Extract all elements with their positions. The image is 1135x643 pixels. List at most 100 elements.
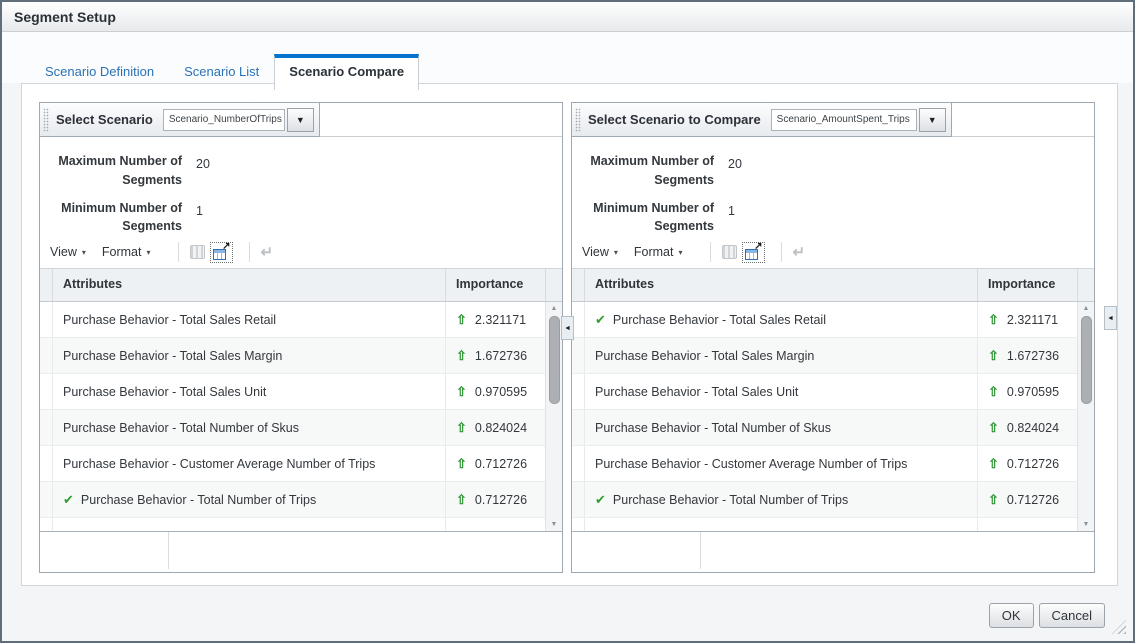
min-segments-label: Minimum Number of Segments xyxy=(61,200,182,234)
detach-table-button[interactable]: ↗ xyxy=(741,240,765,263)
attribute-cell: Purchase Behavior - Total Sales Unit xyxy=(585,374,977,409)
toolbar-separator xyxy=(709,242,711,262)
footer-divider xyxy=(700,532,701,569)
dialog-buttons: OK Cancel xyxy=(988,603,1105,628)
importance-up-icon: ⇧ xyxy=(988,456,999,471)
splitter-collapse-button-middle[interactable]: ◄ xyxy=(561,316,574,340)
table-row[interactable]: ✔ Purchase Behavior - Total Number of Tri… xyxy=(40,482,545,518)
table-row[interactable]: Purchase Behavior - Total Sales Unit ⇧ 0.… xyxy=(40,374,545,410)
importance-value: 0.712726 xyxy=(474,492,528,507)
tab-scenario-compare[interactable]: Scenario Compare xyxy=(274,54,420,90)
scenario-dropdown-button[interactable]: ▼ xyxy=(286,107,314,132)
format-menu-button[interactable]: Format ▾ xyxy=(634,245,683,259)
table-row[interactable]: Purchase Behavior - Customer Average Num… xyxy=(40,446,545,482)
importance-cell: ⇧ 1.672736 xyxy=(977,338,1077,373)
tab-scenario-definition[interactable]: Scenario Definition xyxy=(30,57,169,89)
row-header-column xyxy=(40,269,53,301)
attribute-cell: Purchase Behavior - Customer Average Num… xyxy=(53,446,445,481)
importance-value: 0.712726 xyxy=(1006,456,1060,471)
table-row[interactable]: Purchase Behavior - Total Sales Unit ⇧ 0.… xyxy=(572,374,1077,410)
dialog-titlebar: Segment Setup xyxy=(2,2,1133,32)
vertical-scrollbar[interactable]: ▲ ▼ xyxy=(1077,302,1094,531)
detach-table-button[interactable]: ↗ xyxy=(209,241,233,263)
min-segments-label: Minimum Number of Segments xyxy=(593,200,714,234)
table-row[interactable]: ✔ Purchase Behavior - Total Number of Tri… xyxy=(572,482,1077,518)
cancel-button[interactable]: Cancel xyxy=(1038,603,1105,628)
scrollbar-thumb[interactable] xyxy=(548,316,560,404)
importance-cell: ⇧ 0.824024 xyxy=(445,410,545,445)
attribute-label: Purchase Behavior - Total Number of Trip… xyxy=(80,492,317,507)
scenario-select-input[interactable]: Scenario_NumberOfTrips xyxy=(162,108,285,131)
table-row[interactable]: Purchase Behavior - Total Number of Skus… xyxy=(40,410,545,446)
importance-value: 0.824024 xyxy=(474,420,528,435)
importance-up-icon: ⇧ xyxy=(456,312,467,327)
dialog-title: Segment Setup xyxy=(14,8,116,25)
attributes-column-header[interactable]: Attributes xyxy=(53,269,446,301)
selector-label: Select Scenario xyxy=(56,112,153,127)
segment-settings-form: Maximum Number of Segments 20 Minimum Nu… xyxy=(40,137,562,236)
table-header: Attributes Importance xyxy=(40,269,562,302)
importance-cell xyxy=(977,518,1077,531)
importance-cell: ⇧ 0.712726 xyxy=(977,482,1077,517)
toolbar-separator xyxy=(248,242,250,262)
scenario-compare-select-input[interactable]: Scenario_AmountSpent_Trips xyxy=(770,108,917,131)
attribute-label: Purchase Behavior - Total Sales Unit xyxy=(63,384,267,399)
vertical-scrollbar[interactable]: ▲ ▼ xyxy=(545,302,562,531)
table-row[interactable]: Purchase Behavior - Total Sales Retail ⇧… xyxy=(40,302,545,338)
format-menu-label: Format xyxy=(101,245,142,259)
tab-scenario-list[interactable]: Scenario List xyxy=(169,57,274,89)
importance-value: 0.712726 xyxy=(1006,492,1060,507)
table-row[interactable]: Purchase Behavior - Customer Average Num… xyxy=(572,446,1077,482)
importance-cell: ⇧ 0.712726 xyxy=(445,482,545,517)
freeze-columns-icon xyxy=(189,245,205,259)
segment-settings-form: Maximum Number of Segments 20 Minimum Nu… xyxy=(572,137,1094,236)
attributes-column-header[interactable]: Attributes xyxy=(585,269,978,301)
row-header-cell xyxy=(40,374,53,409)
toolbar-separator xyxy=(780,242,782,262)
importance-cell xyxy=(445,518,545,531)
max-segments-field: Maximum Number of Segments 20 xyxy=(572,152,1094,190)
importance-up-icon: ⇧ xyxy=(456,420,467,435)
ok-button[interactable]: OK xyxy=(988,603,1034,628)
gripper-icon xyxy=(575,107,581,132)
importance-value: 0.970595 xyxy=(1006,384,1060,399)
importance-up-icon: ⇧ xyxy=(456,456,467,471)
importance-column-header[interactable]: Importance xyxy=(446,269,546,301)
min-segments-value: 1 xyxy=(196,203,203,218)
attribute-cell: ✔ Purchase Behavior - Total Number of Tri… xyxy=(53,482,445,517)
scroll-down-icon[interactable]: ▼ xyxy=(1083,518,1090,531)
splitter-collapse-button-right[interactable]: ◄ xyxy=(1104,306,1117,330)
view-menu-button[interactable]: View ▾ xyxy=(582,245,618,259)
check-icon: ✔ xyxy=(595,492,606,507)
attribute-label: Purchase Behavior - Total Sales Retail xyxy=(63,312,277,327)
scroll-down-icon[interactable]: ▼ xyxy=(551,518,558,531)
row-header-cell xyxy=(40,338,53,373)
table-row[interactable]: Purchase Behavior - Total Number of Skus… xyxy=(572,410,1077,446)
check-icon: ✔ xyxy=(595,312,606,327)
importance-up-icon: ⇧ xyxy=(456,492,467,507)
view-menu-button[interactable]: View ▾ xyxy=(50,245,86,259)
table-row[interactable]: ✔ Purchase Behavior - Total Sales Retail … xyxy=(572,302,1077,338)
table-body: ✔ Purchase Behavior - Total Sales Retail … xyxy=(572,302,1094,531)
scenario-dropdown-button[interactable]: ▼ xyxy=(918,107,946,132)
row-header-cell xyxy=(572,446,585,481)
importance-column-header[interactable]: Importance xyxy=(978,269,1078,301)
attribute-label: Purchase Behavior - Total Sales Margin xyxy=(63,348,283,363)
attribute-label: Purchase Behavior - Customer Average Num… xyxy=(595,456,908,471)
scroll-up-icon[interactable]: ▲ xyxy=(1083,302,1090,315)
importance-cell: ⇧ 1.672736 xyxy=(445,338,545,373)
resize-grip[interactable] xyxy=(1112,620,1126,634)
tab-bar: Scenario Definition Scenario List Scenar… xyxy=(30,54,420,90)
scroll-up-icon[interactable]: ▲ xyxy=(551,302,558,315)
scrollbar-thumb[interactable] xyxy=(1080,316,1092,404)
table-body: Purchase Behavior - Total Sales Retail ⇧… xyxy=(40,302,562,531)
row-header-cell xyxy=(572,410,585,445)
row-header-cell xyxy=(572,338,585,373)
table-row[interactable]: Purchase Behavior - Total Sales Margin ⇧… xyxy=(572,338,1077,374)
table-row[interactable]: Purchase Behavior - Total Sales Margin ⇧… xyxy=(40,338,545,374)
row-header-cell xyxy=(40,482,53,517)
importance-cell: ⇧ 2.321171 xyxy=(977,302,1077,337)
detach-arrow-icon: ↗ xyxy=(754,240,763,252)
format-menu-button[interactable]: Format ▾ xyxy=(102,245,151,259)
attribute-cell: ✔ Purchase Behavior - Total Sales Retail xyxy=(585,302,977,337)
